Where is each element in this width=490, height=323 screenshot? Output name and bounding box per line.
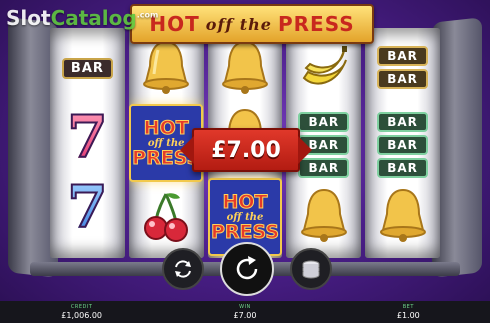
reel-symbol-bar: BAR bbox=[50, 58, 125, 79]
win-amount-text: £7.00 bbox=[211, 137, 281, 163]
cherry-icon bbox=[144, 193, 189, 242]
bar-symbol-label: BAR bbox=[377, 158, 428, 178]
brand-slot: Slot bbox=[6, 6, 51, 30]
reel-symbol-bell bbox=[365, 184, 440, 244]
autoplay-button[interactable] bbox=[162, 248, 204, 290]
brand-tld: .com bbox=[136, 10, 159, 20]
brand-catalog: Catalog bbox=[50, 6, 137, 30]
win-amount-banner: £7.00 bbox=[180, 128, 312, 172]
reel-symbol-cherry bbox=[129, 188, 204, 244]
bar-symbol-label: BAR bbox=[61, 58, 113, 79]
bell-icon bbox=[143, 40, 190, 94]
reel-symbol-bell bbox=[286, 184, 361, 244]
reel-symbol-seven: 7 bbox=[50, 103, 125, 171]
double-bar-stack: BAR BAR bbox=[377, 46, 428, 89]
win-stat: WIN £7.00 bbox=[170, 304, 320, 320]
bar-symbol-label: BAR bbox=[298, 112, 350, 132]
credit-label: CREDIT bbox=[70, 304, 93, 310]
reel-symbol-bell bbox=[129, 36, 204, 96]
bar-symbol-label: BAR bbox=[377, 135, 428, 155]
reel-1: BAR 7 7 bbox=[50, 28, 125, 258]
bet-label: BET bbox=[402, 304, 414, 310]
reel-symbol-banana bbox=[286, 40, 361, 96]
triple-bar-stack: BAR BAR BAR bbox=[377, 112, 428, 178]
autoplay-icon bbox=[175, 260, 191, 278]
bet-value: £1.00 bbox=[396, 311, 420, 320]
reel-5: BAR BAR BAR BAR BAR bbox=[365, 28, 440, 258]
reel-symbol-gold-bar: BAR BAR bbox=[365, 46, 440, 89]
credit-value: £1,006.00 bbox=[61, 311, 103, 320]
reel-symbol-green-bar: BAR BAR BAR bbox=[365, 112, 440, 178]
banana-icon bbox=[302, 46, 347, 85]
spin-button[interactable] bbox=[220, 242, 274, 296]
bar-symbol-label: BAR bbox=[377, 69, 428, 89]
seven-symbol: 7 bbox=[66, 103, 108, 171]
bar-symbol-label: BAR bbox=[377, 46, 428, 66]
reel-symbol-bell bbox=[208, 36, 283, 96]
win-label: WIN bbox=[239, 304, 251, 310]
reel-symbol-seven: 7 bbox=[50, 173, 125, 241]
footer-stats-bar: CREDIT £1,006.00 WIN £7.00 BET £1.00 bbox=[0, 301, 490, 323]
game-title-part3: PRESS bbox=[277, 12, 355, 36]
bar-symbol-label: BAR bbox=[377, 112, 428, 132]
bell-icon bbox=[379, 188, 426, 242]
bell-icon bbox=[221, 40, 268, 94]
credit-stat: CREDIT £1,006.00 bbox=[7, 304, 157, 320]
seven-symbol: 7 bbox=[66, 173, 108, 241]
bet-stat: BET £1.00 bbox=[333, 304, 483, 320]
hot-logo-line1: HOT bbox=[143, 116, 189, 139]
game-title-part2: off the bbox=[205, 14, 272, 34]
hot-logo-line1: HOT bbox=[222, 190, 268, 213]
win-value: £7.00 bbox=[233, 311, 257, 320]
spin-icon bbox=[236, 256, 258, 280]
game-stage: BAR 7 7 HOT off the PRESS HOT off the PR… bbox=[0, 0, 490, 323]
stake-button[interactable] bbox=[290, 248, 332, 290]
game-title-logo: HOT off the PRESS bbox=[130, 4, 374, 44]
bell-icon bbox=[300, 188, 347, 242]
coin-stack-icon bbox=[302, 260, 320, 279]
hot-logo-line3: PRESS bbox=[210, 220, 280, 243]
brand-watermark: SlotCatalog.com bbox=[6, 6, 158, 30]
